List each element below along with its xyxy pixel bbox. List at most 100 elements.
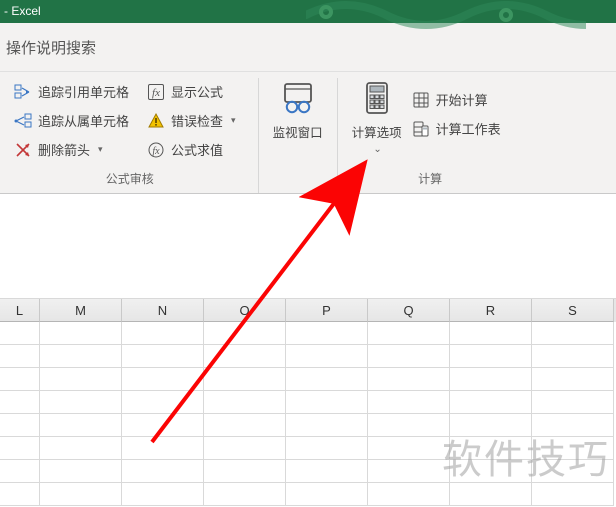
cell[interactable] <box>204 437 286 460</box>
tell-me-bar[interactable]: 操作说明搜索 <box>0 23 616 72</box>
cell[interactable] <box>122 483 204 506</box>
cell[interactable] <box>40 437 122 460</box>
cell[interactable] <box>532 483 614 506</box>
table-row[interactable] <box>0 437 616 460</box>
cell[interactable] <box>122 414 204 437</box>
cell[interactable] <box>204 345 286 368</box>
cell[interactable] <box>0 483 40 506</box>
cell[interactable] <box>204 414 286 437</box>
cell[interactable] <box>450 437 532 460</box>
table-row[interactable] <box>0 414 616 437</box>
cell[interactable] <box>286 322 368 345</box>
trace-dependents-button[interactable]: 追踪从属单元格 <box>10 109 133 132</box>
cell[interactable] <box>532 345 614 368</box>
cell[interactable] <box>204 391 286 414</box>
cell[interactable] <box>532 322 614 345</box>
cell[interactable] <box>286 391 368 414</box>
cell[interactable] <box>40 345 122 368</box>
cell[interactable] <box>286 368 368 391</box>
cell[interactable] <box>0 437 40 460</box>
cell[interactable] <box>40 483 122 506</box>
cell[interactable] <box>368 414 450 437</box>
cell[interactable] <box>0 322 40 345</box>
cell[interactable] <box>0 460 40 483</box>
watch-window-button[interactable]: 监视窗口 <box>267 78 329 143</box>
column-header[interactable]: O <box>204 299 286 322</box>
remove-arrows-button[interactable]: 删除箭头 ▾ <box>10 138 133 161</box>
cell[interactable] <box>122 460 204 483</box>
cell[interactable] <box>532 391 614 414</box>
cell[interactable] <box>450 368 532 391</box>
table-row[interactable] <box>0 345 616 368</box>
show-formulas-button[interactable]: fx 显示公式 <box>143 80 240 103</box>
cell[interactable] <box>286 483 368 506</box>
cell[interactable] <box>122 322 204 345</box>
trace-precedents-button[interactable]: 追踪引用单元格 <box>10 80 133 103</box>
btn-label: 监视窗口 <box>273 122 323 141</box>
column-header[interactable]: P <box>286 299 368 322</box>
table-row[interactable] <box>0 322 616 345</box>
cell[interactable] <box>286 437 368 460</box>
column-headers[interactable]: LMNOPQRS <box>0 299 616 322</box>
cell[interactable] <box>0 414 40 437</box>
cell[interactable] <box>0 345 40 368</box>
cell[interactable] <box>122 391 204 414</box>
grid-rows[interactable] <box>0 322 616 506</box>
cell[interactable] <box>204 483 286 506</box>
table-row[interactable] <box>0 391 616 414</box>
cell[interactable] <box>122 368 204 391</box>
calculate-sheet-button[interactable]: 计算工作表 <box>408 117 505 140</box>
cell[interactable] <box>204 368 286 391</box>
column-header[interactable]: M <box>40 299 122 322</box>
cell[interactable] <box>40 322 122 345</box>
cell[interactable] <box>368 322 450 345</box>
cell[interactable] <box>40 460 122 483</box>
table-row[interactable] <box>0 368 616 391</box>
column-header[interactable]: R <box>450 299 532 322</box>
cell[interactable] <box>122 345 204 368</box>
cell[interactable] <box>450 414 532 437</box>
calculation-options-button[interactable]: 计算选项 ⌄ <box>346 78 408 157</box>
cell[interactable] <box>0 391 40 414</box>
cell[interactable] <box>204 460 286 483</box>
chevron-down-icon: ▾ <box>98 144 103 155</box>
cell[interactable] <box>286 460 368 483</box>
table-row[interactable] <box>0 460 616 483</box>
cell[interactable] <box>532 437 614 460</box>
spreadsheet-area[interactable]: LMNOPQRS <box>0 299 616 506</box>
column-header[interactable]: S <box>532 299 614 322</box>
column-header[interactable]: Q <box>368 299 450 322</box>
cell[interactable] <box>286 414 368 437</box>
cell[interactable] <box>532 460 614 483</box>
cell[interactable] <box>450 322 532 345</box>
evaluate-formula-button[interactable]: fx 公式求值 <box>143 138 240 161</box>
btn-label: 删除箭头 <box>38 140 90 159</box>
cell[interactable] <box>368 368 450 391</box>
calculate-now-button[interactable]: 开始计算 <box>408 88 505 111</box>
cell[interactable] <box>368 391 450 414</box>
cell[interactable] <box>286 345 368 368</box>
cell[interactable] <box>532 368 614 391</box>
watch-window-icon <box>280 80 316 116</box>
cell[interactable] <box>450 483 532 506</box>
cell[interactable] <box>40 391 122 414</box>
cell[interactable] <box>40 414 122 437</box>
cell[interactable] <box>368 460 450 483</box>
cell[interactable] <box>122 437 204 460</box>
column-header[interactable]: L <box>0 299 40 322</box>
btn-label: 追踪从属单元格 <box>38 111 129 130</box>
cell[interactable] <box>450 391 532 414</box>
column-header[interactable]: N <box>122 299 204 322</box>
cell[interactable] <box>204 322 286 345</box>
cell[interactable] <box>450 345 532 368</box>
cell[interactable] <box>450 460 532 483</box>
cell[interactable] <box>0 368 40 391</box>
cell[interactable] <box>40 368 122 391</box>
cell[interactable] <box>532 414 614 437</box>
cell[interactable] <box>368 483 450 506</box>
cell[interactable] <box>368 345 450 368</box>
formula-bar-region[interactable] <box>0 194 616 299</box>
error-checking-button[interactable]: 错误检查 ▾ <box>143 109 240 132</box>
cell[interactable] <box>368 437 450 460</box>
table-row[interactable] <box>0 483 616 506</box>
